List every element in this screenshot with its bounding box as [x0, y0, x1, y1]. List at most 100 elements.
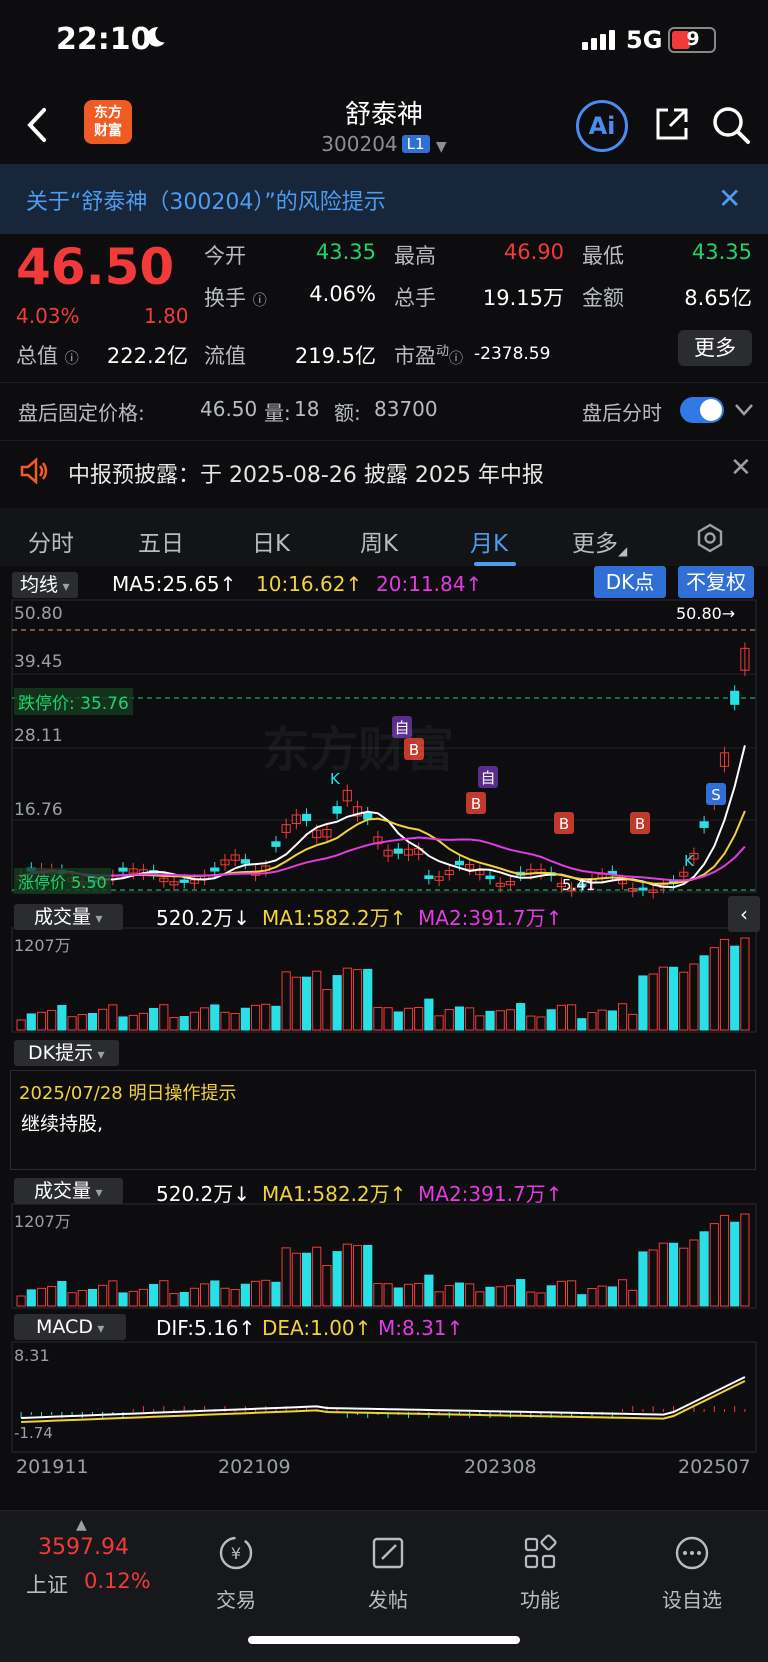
volume1-bar: [403, 1007, 414, 1031]
volume1-bar: [597, 1009, 607, 1031]
volume2-bar: [658, 1242, 668, 1307]
dif-line: [21, 1376, 746, 1419]
volume1-bar: [617, 1003, 628, 1031]
volume2-bar: [240, 1283, 250, 1307]
volume1-bar: [47, 1009, 57, 1031]
candle: [638, 887, 648, 891]
volume2-bar: [332, 1251, 342, 1307]
volume2-bar: [638, 1251, 648, 1307]
volume2-bar: [47, 1285, 57, 1307]
volume2-bar: [414, 1282, 424, 1307]
volume1-bar: [393, 1011, 403, 1031]
volume2-bar: [465, 1283, 475, 1307]
volume2-bar: [342, 1243, 352, 1307]
dk-date-line: 2025/07/28 明日操作提示: [19, 1083, 237, 1104]
volume2-bar: [230, 1289, 240, 1307]
volume1-bar: [648, 973, 658, 1031]
volume2-dropdown[interactable]: 成交量: [14, 1178, 123, 1204]
trade-icon: ¥: [219, 1536, 253, 1570]
volume1-bar: [118, 1016, 128, 1031]
volume1-bar: [577, 1018, 587, 1031]
volume1-bar: [658, 966, 668, 1031]
candle: [179, 879, 189, 883]
volume1-bar: [230, 1013, 240, 1031]
limit-up-label: 涨停价 5.50: [14, 868, 111, 894]
dk-dropdown[interactable]: DK提示: [14, 1040, 119, 1066]
ma10-value: 10:16.62↑: [256, 572, 363, 596]
volume1-dropdown-wrap: 成交量: [14, 902, 123, 930]
volume2-bar: [179, 1292, 189, 1307]
volume1-value: 520.2万↓: [156, 906, 251, 930]
volume2-bar: [577, 1294, 587, 1307]
volume1-ma1: MA1:582.2万↑: [262, 906, 407, 930]
candle: [271, 841, 281, 847]
ma20-value: 20:11.84↑: [376, 572, 483, 596]
volume2-bar: [607, 1286, 617, 1307]
candle: [730, 690, 740, 705]
macd-dropdown[interactable]: MACD: [14, 1314, 127, 1340]
volume2-bar: [648, 1249, 658, 1307]
volume1-bar: [505, 1009, 516, 1031]
y-label-top: 50.80: [14, 604, 63, 624]
dk-point-button[interactable]: DK点: [594, 566, 666, 598]
volume1-bar: [77, 1014, 87, 1031]
volume2-bar: [352, 1245, 363, 1307]
volume2-ma1: MA1:582.2万↑: [262, 1182, 407, 1206]
volume1-bar: [434, 1015, 444, 1031]
candle: [393, 848, 403, 854]
index-value[interactable]: 3597.94: [38, 1535, 129, 1560]
volume1-bar: [363, 968, 373, 1031]
macd-m: M:8.31↑: [378, 1316, 464, 1340]
volume1-bar: [740, 937, 750, 1031]
volume1-bar: [373, 1007, 383, 1031]
volume2-bar: [730, 1221, 740, 1307]
trade-marker-label: B: [559, 815, 569, 833]
nav-watchlist[interactable]: 设自选: [642, 1533, 742, 1613]
home-indicator: [248, 1636, 520, 1644]
volume2-bar: [118, 1292, 128, 1307]
volume2-bar: [57, 1280, 67, 1307]
volume1-bar: [383, 1007, 393, 1031]
volume1-bar: [424, 998, 434, 1031]
volume2-bar: [587, 1288, 597, 1307]
volume1-bar: [607, 1010, 617, 1031]
nav-trade[interactable]: ¥ 交易: [186, 1533, 286, 1613]
collapse-panel-button[interactable]: ‹: [728, 896, 760, 932]
volume2-bar: [312, 1246, 322, 1307]
volume2-bar: [740, 1213, 750, 1307]
volume1-bar: [16, 1019, 26, 1031]
volume1-bar: [108, 1004, 118, 1031]
volume2-bar: [485, 1286, 495, 1307]
volume1-bar: [485, 1010, 495, 1031]
volume1-bar: [730, 945, 740, 1031]
dea-line: [21, 1380, 746, 1423]
volume1-bar: [189, 1011, 200, 1031]
volume2-bar: [87, 1288, 98, 1307]
trade-marker-label: B: [471, 795, 481, 813]
volume1-bar: [709, 947, 719, 1031]
index-name[interactable]: 上证: [26, 1569, 68, 1599]
index-pct[interactable]: 0.12%: [84, 1569, 151, 1593]
no-adjust-button[interactable]: 不复权: [678, 566, 754, 598]
volume1-bar: [638, 975, 648, 1031]
trade-marker-label: 自: [480, 769, 495, 787]
volume1-bar: [261, 1003, 271, 1031]
nav-post[interactable]: 发帖: [338, 1533, 438, 1613]
volume2-bar: [546, 1285, 556, 1307]
ma-dropdown[interactable]: 均线: [12, 572, 78, 598]
candle: [210, 867, 220, 872]
candle: [424, 875, 434, 879]
volume2-bar: [149, 1283, 159, 1307]
volume2-bar: [210, 1280, 220, 1307]
low-price-label: 5.41: [562, 876, 596, 894]
volume1-dropdown[interactable]: 成交量: [14, 904, 123, 930]
ma-indicator-row: 均线: [12, 570, 78, 598]
volume1-bar: [414, 1006, 424, 1031]
volume2-bar: [516, 1279, 526, 1307]
candle: [118, 867, 128, 872]
volume2-bar: [383, 1283, 393, 1307]
volume2-bar: [424, 1274, 434, 1307]
nav-function[interactable]: 功能: [490, 1533, 590, 1613]
volume2-bar: [77, 1290, 87, 1307]
edit-icon: [372, 1537, 404, 1569]
